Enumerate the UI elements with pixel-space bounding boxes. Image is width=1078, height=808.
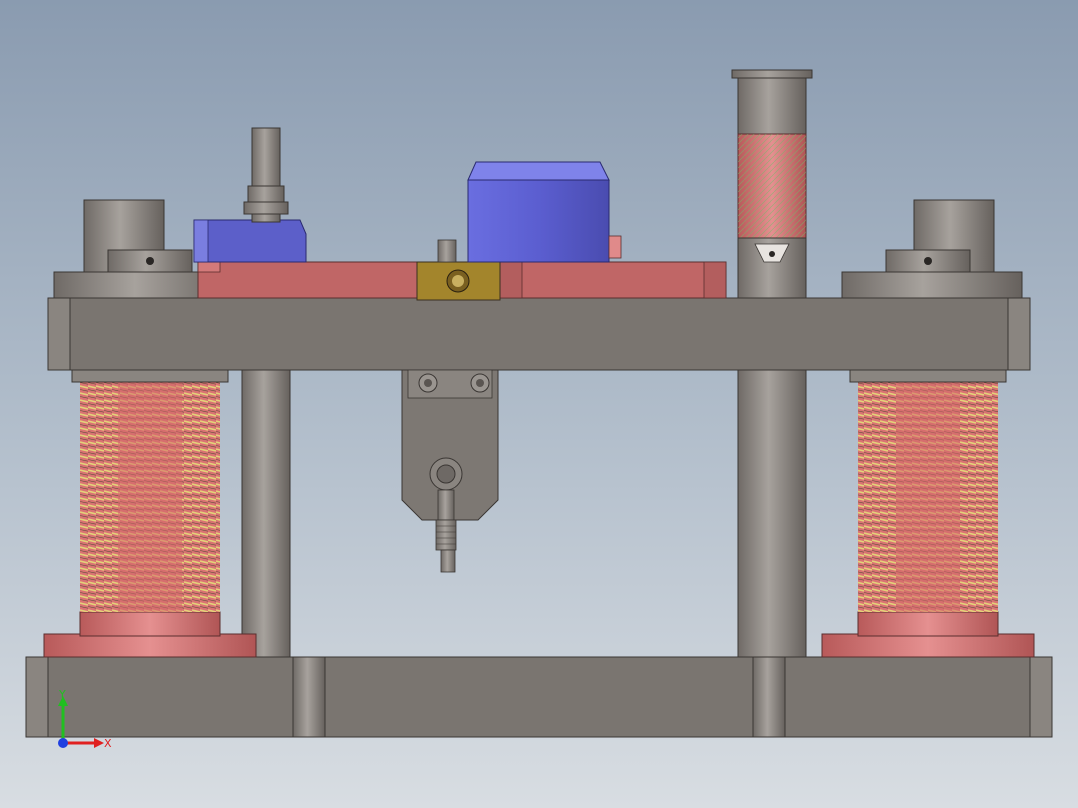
blue-cylinder bbox=[437, 161, 622, 263]
bottom-base-plate bbox=[25, 656, 1053, 738]
upper-plate bbox=[47, 297, 1031, 371]
press-die-assembly-drawing: Y X bbox=[25, 69, 1053, 750]
triad-z-axis bbox=[58, 738, 68, 748]
spring-assembly-left bbox=[43, 369, 257, 658]
triad-y-label: Y bbox=[58, 688, 66, 701]
bushing-right bbox=[841, 199, 1023, 299]
blue-clamp bbox=[193, 219, 307, 263]
vertical-pin bbox=[243, 127, 289, 223]
cad-viewport[interactable]: Y X bbox=[0, 0, 1078, 808]
tall-post bbox=[731, 69, 813, 299]
spring-assembly-right bbox=[821, 369, 1035, 658]
triad-x-label: X bbox=[104, 737, 112, 750]
guide-pillar-left bbox=[241, 369, 291, 658]
bronze-block bbox=[416, 261, 501, 301]
